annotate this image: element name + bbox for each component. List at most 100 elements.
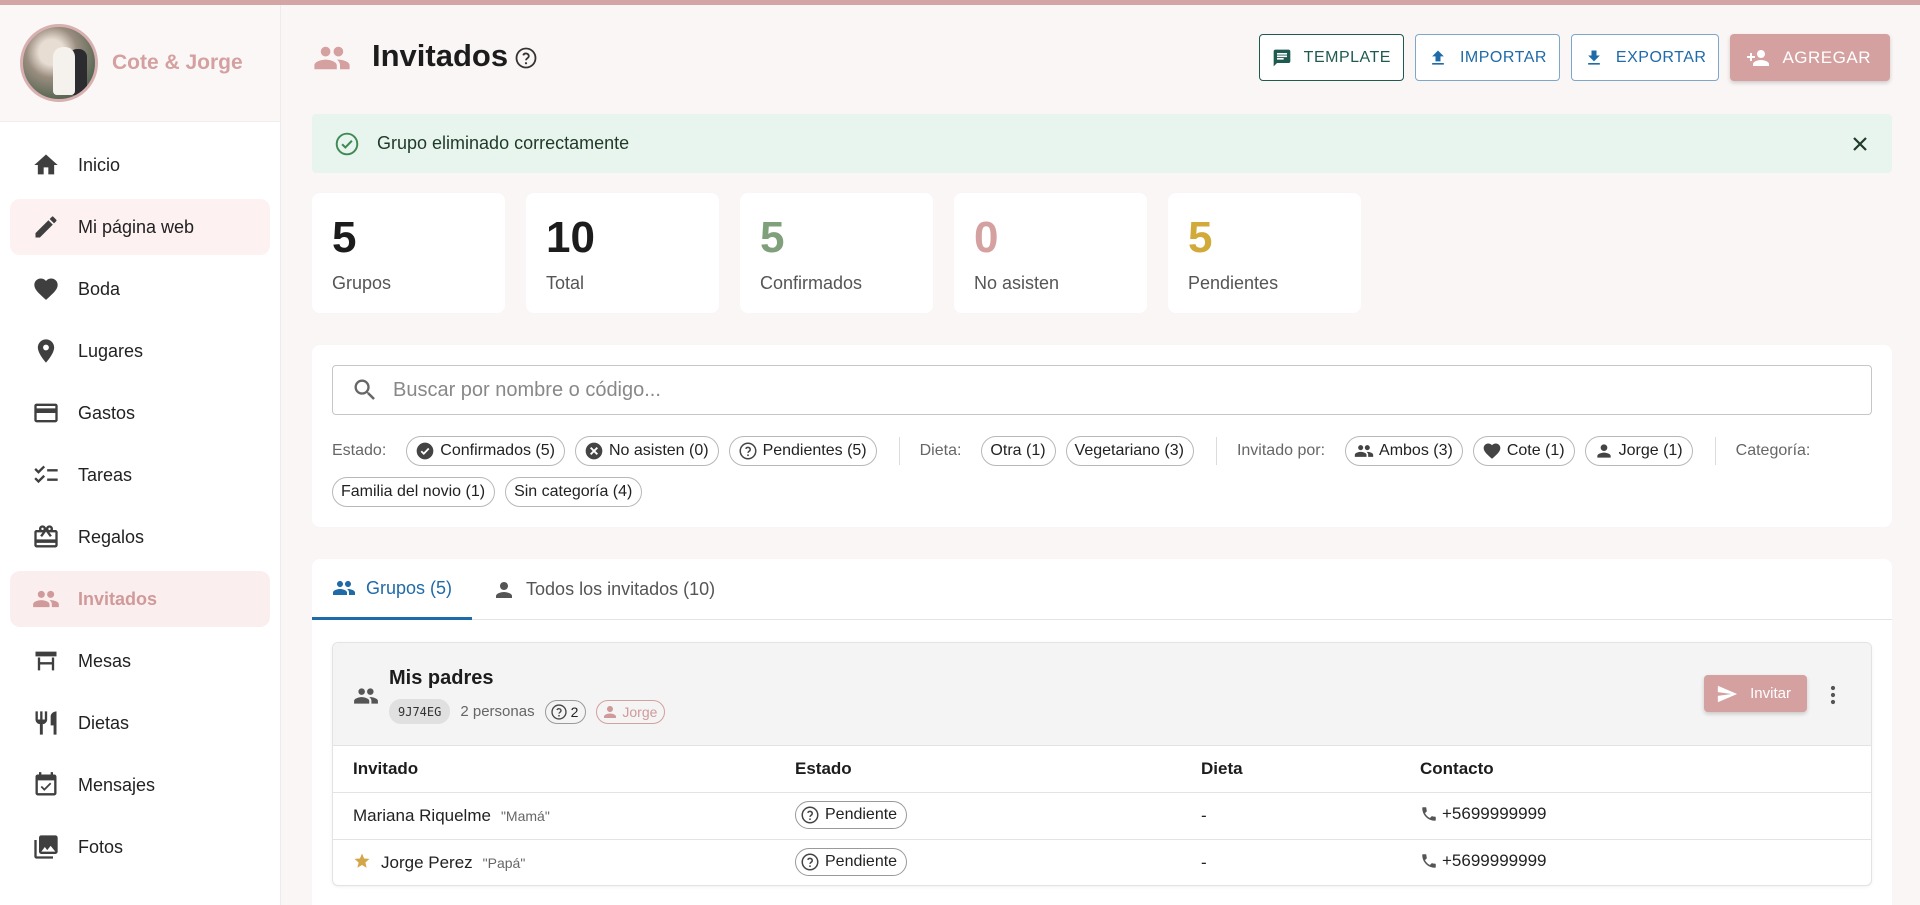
brand[interactable]: Cote & Jorge — [0, 5, 280, 122]
phone-contact[interactable]: +5699999999 — [1420, 851, 1546, 871]
sidebar-item-gastos[interactable]: Gastos — [10, 385, 270, 441]
status-chip[interactable]: Pendiente — [795, 801, 908, 829]
tab-todos-los-invitados[interactable]: Todos los invitados (10) — [472, 559, 735, 620]
table-row[interactable]: Jorge Perez "Papá" Pendiente - +569999999… — [333, 839, 1871, 885]
tab-label: Todos los invitados (10) — [526, 579, 716, 599]
chip-ambos[interactable]: Ambos (3) — [1345, 436, 1463, 466]
estado-label: Estado: — [332, 442, 387, 459]
search-input[interactable] — [393, 378, 1793, 402]
invitar-button-label: Invitar — [1750, 685, 1791, 702]
chip-label: 2 — [570, 703, 579, 720]
exportar-button-label: EXPORTAR — [1615, 48, 1707, 66]
contact-cell: +5699999999 — [1420, 792, 1871, 840]
chip-label: Ambos (3) — [1379, 442, 1453, 459]
phone-number: +5699999999 — [1442, 803, 1547, 823]
sidebar-item-label: Mi página web — [78, 216, 195, 237]
filter-divider — [898, 437, 900, 465]
invitar-button[interactable]: Invitar — [1704, 675, 1807, 712]
close-icon[interactable] — [1848, 132, 1872, 156]
chip-jorge[interactable]: Jorge (1) — [1584, 436, 1693, 466]
contact-cell: +5699999999 — [1420, 839, 1871, 885]
heart-icon — [32, 275, 60, 303]
tab-grupos[interactable]: Grupos (5) — [312, 559, 473, 620]
stat-card-pendientes: 5 Pendientes — [1168, 193, 1361, 313]
exportar-button[interactable]: EXPORTAR — [1570, 34, 1720, 81]
more-vert-icon[interactable] — [1823, 683, 1843, 707]
chip-familia-del-novio[interactable]: Familia del novio (1) — [332, 477, 496, 507]
chip-label: Jorge (1) — [1618, 442, 1683, 459]
check-circle-icon — [335, 132, 359, 155]
column-header: Invitado — [333, 746, 795, 793]
chip-confirmados[interactable]: Confirmados (5) — [406, 436, 565, 466]
help-outline-icon — [801, 806, 819, 824]
chip-label: Confirmados (5) — [440, 442, 555, 459]
guest-name: Jorge Perez — [381, 853, 473, 872]
help-icon[interactable] — [514, 46, 538, 70]
help-outline-icon — [739, 442, 757, 460]
chip-cote[interactable]: Cote (1) — [1472, 436, 1575, 466]
agregar-button-label: AGREGAR — [1782, 47, 1871, 67]
stat-card-confirmados: 5 Confirmados — [740, 193, 933, 313]
chip-otra[interactable]: Otra (1) — [981, 436, 1056, 466]
sidebar-item-label: Regalos — [78, 526, 145, 547]
sidebar-item-label: Dietas — [78, 712, 130, 733]
chip-sin-categoria[interactable]: Sin categoría (4) — [505, 477, 643, 507]
guest-nickname: "Mamá" — [500, 807, 550, 824]
sidebar-item-invitados[interactable]: Invitados — [10, 571, 270, 627]
sidebar-item-lugares[interactable]: Lugares — [10, 323, 270, 379]
alert-message: Grupo eliminado correctamente — [377, 133, 630, 153]
agregar-button[interactable]: AGREGAR — [1730, 34, 1890, 81]
table-row[interactable]: Mariana Riquelme "Mamá" Pendiente - +5699… — [333, 792, 1871, 840]
send-icon — [1717, 685, 1738, 702]
person-add-icon — [1747, 49, 1770, 66]
sidebar-item-boda[interactable]: Boda — [10, 261, 270, 317]
sidebar-item-label: Mesas — [78, 650, 132, 671]
chip-label: Pendientes (5) — [762, 442, 867, 459]
download-icon — [1588, 50, 1600, 65]
stat-card-grupos: 5 Grupos — [312, 193, 505, 313]
filter-row: Estado: Confirmados (5) No asisten (0) P… — [332, 436, 1830, 466]
search-box[interactable] — [332, 365, 1872, 415]
sidebar-item-dietas[interactable]: Dietas — [10, 695, 270, 751]
sidebar-item-label: Lugares — [78, 340, 144, 361]
help-outline-icon — [550, 703, 567, 720]
stat-value: 5 — [332, 213, 357, 262]
sidebar-item-label: Mensajes — [78, 774, 156, 795]
guest-cell: Mariana Riquelme "Mamá" — [333, 792, 795, 840]
sidebar-item-tareas[interactable]: Tareas — [10, 447, 270, 503]
fork-knife-icon — [32, 709, 60, 737]
people-outline-icon — [353, 683, 379, 709]
status-chip[interactable]: Pendiente — [795, 848, 908, 876]
guests-panel: Grupos (5) Todos los invitados (10) Mis … — [312, 559, 1892, 905]
chip-vegetariano[interactable]: Vegetariano (3) — [1065, 436, 1194, 466]
sidebar-item-regalos[interactable]: Regalos — [10, 509, 270, 565]
invitado-por-label: Invitado por: — [1236, 442, 1326, 459]
person-icon — [496, 581, 513, 598]
chip-no-asisten[interactable]: No asisten (0) — [574, 436, 719, 466]
sidebar-item-inicio[interactable]: Inicio — [10, 137, 270, 193]
phone-icon — [1422, 806, 1436, 821]
guests-table: Invitado Estado Dieta Contacto Mariana R… — [333, 746, 1871, 885]
table-icon — [32, 647, 60, 675]
stat-label: Total — [546, 273, 585, 293]
sidebar-item-fotos[interactable]: Fotos — [10, 819, 270, 875]
success-alert: Grupo eliminado correctamente — [312, 114, 1892, 173]
sidebar-item-label: Tareas — [78, 464, 133, 485]
sidebar-item-mensajes[interactable]: Mensajes — [10, 757, 270, 813]
sidebar-item-mi-pagina-web[interactable]: Mi página web — [10, 199, 270, 255]
template-button[interactable]: TEMPLATE — [1258, 34, 1404, 81]
column-header: Dieta — [1201, 746, 1420, 793]
chip-label: Jorge — [622, 703, 658, 720]
sidebar: Cote & Jorge Inicio Mi página web Boda L… — [0, 5, 281, 905]
group-header: Mis padres 9J74EG 2 personas 2 Jorge Inv… — [333, 643, 1871, 746]
stat-card-total: 10 Total — [526, 193, 719, 313]
checklist-icon — [32, 461, 60, 489]
phone-contact[interactable]: +5699999999 — [1420, 804, 1546, 824]
sidebar-item-mesas[interactable]: Mesas — [10, 633, 270, 689]
chip-label: Sin categoría (4) — [514, 483, 633, 500]
group-people-count: 2 personas — [460, 703, 535, 720]
sidebar-item-label: Gastos — [78, 402, 136, 423]
chip-pendientes[interactable]: Pendientes (5) — [728, 436, 877, 466]
status-cell: Pendiente — [795, 792, 1201, 840]
importar-button[interactable]: IMPORTAR — [1414, 34, 1560, 81]
